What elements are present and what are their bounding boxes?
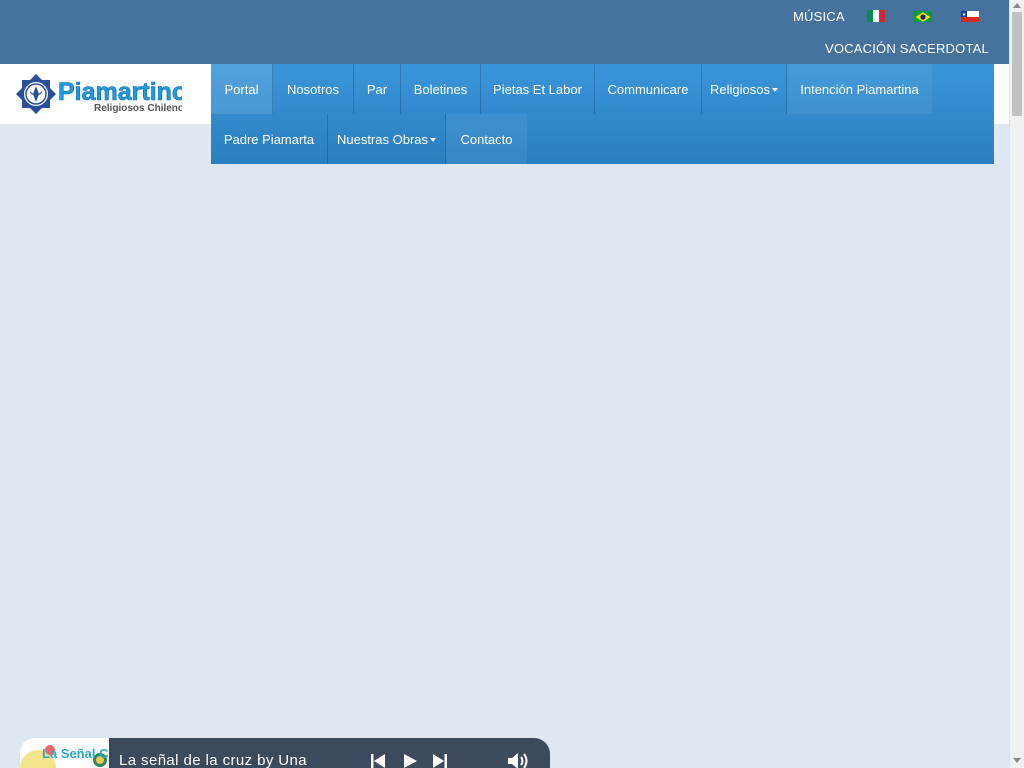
nav-nuestras-obras[interactable]: Nuestras Obras <box>328 114 446 164</box>
vocacion-sacerdotal-link[interactable]: VOCACIÓN SACERDOTAL <box>825 41 989 56</box>
page-scrollbar[interactable] <box>1009 0 1024 768</box>
main-navigation: Portal Nosotros Par Boletines Pietas Et … <box>211 64 994 164</box>
volume-icon[interactable] <box>507 753 529 768</box>
chile-flag-icon[interactable] <box>961 10 979 22</box>
audio-player: La Señal Cruz La señal de la cruz by Una <box>20 738 550 768</box>
chevron-down-icon <box>771 87 778 92</box>
italian-flag-icon[interactable] <box>867 10 885 22</box>
brazil-flag-icon[interactable] <box>914 10 932 22</box>
scroll-thumb[interactable] <box>1012 12 1022 116</box>
previous-icon[interactable] <box>370 753 386 768</box>
next-icon[interactable] <box>432 753 448 768</box>
track-title: La señal de la cruz by Una <box>119 752 308 768</box>
album-art-text: La Señal Cruz <box>42 746 109 761</box>
scroll-up-icon[interactable] <box>1013 3 1021 8</box>
top-bar: MÚSICA VOCACIÓN SACERDOTAL <box>0 0 1009 64</box>
site-logo[interactable]: Piamartinos Religiosos Chilenos <box>16 72 201 116</box>
nav-portal[interactable]: Portal <box>211 64 273 114</box>
nav-nosotros[interactable]: Nosotros <box>273 64 354 114</box>
musica-link[interactable]: MÚSICA <box>793 9 845 24</box>
nav-par[interactable]: Par <box>354 64 401 114</box>
play-icon[interactable] <box>402 753 418 768</box>
nav-intencion-piamartina[interactable]: Intención Piamartina <box>787 64 932 114</box>
nav-religiosos[interactable]: Religiosos <box>702 64 787 114</box>
nav-boletines[interactable]: Boletines <box>401 64 481 114</box>
nav-padre-piamarta[interactable]: Padre Piamarta <box>211 114 328 164</box>
nav-communicare[interactable]: Communicare <box>595 64 702 114</box>
chevron-down-icon <box>430 137 437 142</box>
logo-name: Piamartinos <box>58 78 182 106</box>
nav-pietas-et-labor[interactable]: Pietas Et Labor <box>481 64 595 114</box>
logo-subtitle: Religiosos Chilenos <box>94 103 182 114</box>
album-art: La Señal Cruz <box>20 738 109 768</box>
nav-contacto[interactable]: Contacto <box>446 114 527 164</box>
scroll-down-icon[interactable] <box>1013 758 1021 763</box>
emblem-icon <box>16 74 56 114</box>
